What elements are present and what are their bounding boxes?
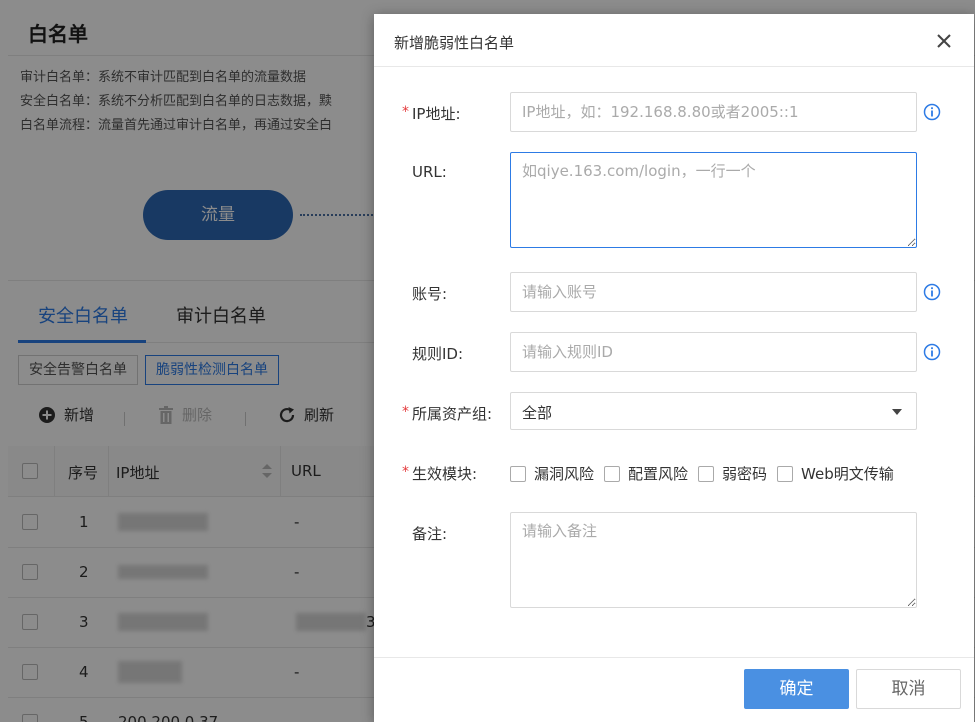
rule-id-label: 规则ID: (412, 345, 464, 363)
info-icon[interactable] (923, 103, 941, 121)
asset-group-label-text: 所属资产组: (412, 405, 493, 423)
dialog-footer: 确定 取消 (374, 657, 974, 722)
checkbox-box[interactable] (777, 465, 794, 482)
close-icon[interactable] (933, 30, 955, 52)
checkbox-label: 弱密码 (722, 465, 768, 483)
required-mark: * (402, 404, 409, 420)
module-checkbox-group: 漏洞风险 配置风险 弱密码 Web明文传输 (510, 463, 904, 484)
checkbox-label: 配置风险 (628, 465, 689, 483)
asset-group-select[interactable]: 全部 (510, 392, 917, 430)
checkbox-label: Web明文传输 (801, 465, 894, 483)
asset-group-selected-value: 全部 (522, 404, 553, 422)
account-label: 账号: (412, 285, 448, 303)
checkbox-config-risk[interactable]: 配置风险 (604, 463, 688, 484)
checkbox-vulnerability-risk[interactable]: 漏洞风险 (510, 463, 594, 484)
add-vulnerability-whitelist-dialog: 新增脆弱性白名单 * IP地址: URL: 账 (374, 14, 974, 722)
app-root: 白名单 审计白名单：系统不审计匹配到白名单的流量数据 安全白名单：系统不分析匹配… (0, 0, 975, 722)
remark-textarea[interactable] (510, 512, 917, 608)
remark-label: 备注: (412, 525, 448, 543)
ip-label-text: IP地址: (412, 105, 461, 123)
confirm-button[interactable]: 确定 (744, 669, 849, 709)
checkbox-weak-password[interactable]: 弱密码 (698, 463, 767, 484)
required-mark: * (402, 464, 409, 480)
required-mark: * (402, 104, 409, 120)
checkbox-box[interactable] (510, 465, 526, 482)
checkbox-box[interactable] (698, 465, 715, 482)
modules-label-text: 生效模块: (412, 465, 478, 483)
checkbox-web-plaintext[interactable]: Web明文传输 (777, 463, 894, 484)
info-icon[interactable] (923, 283, 941, 301)
checkbox-box[interactable] (604, 465, 621, 482)
asset-group-label: * 所属资产组: (402, 403, 493, 424)
url-label: URL: (412, 163, 447, 181)
caret-down-icon (892, 409, 902, 415)
info-icon[interactable] (923, 343, 941, 361)
cancel-button[interactable]: 取消 (856, 669, 961, 709)
checkbox-label: 漏洞风险 (534, 465, 595, 483)
dialog-title: 新增脆弱性白名单 (394, 34, 515, 52)
account-input[interactable] (510, 272, 917, 312)
modules-label: * 生效模块: (402, 463, 478, 484)
ip-label: * IP地址: (402, 103, 461, 124)
url-textarea[interactable] (510, 152, 917, 248)
dialog-header: 新增脆弱性白名单 (374, 14, 974, 67)
ip-address-input[interactable] (510, 92, 917, 132)
rule-id-input[interactable] (510, 332, 917, 372)
